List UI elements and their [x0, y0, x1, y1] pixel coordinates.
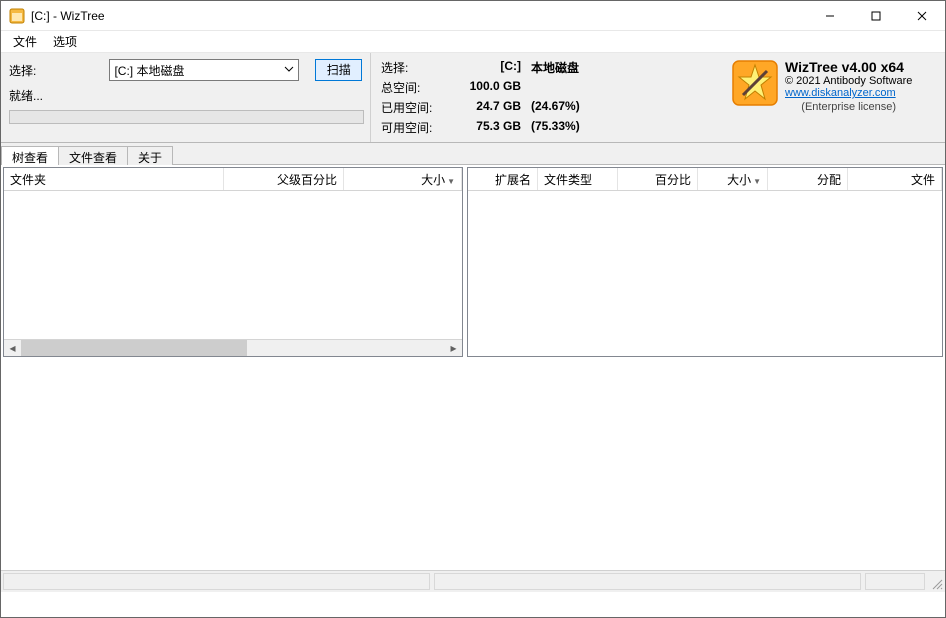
scan-button[interactable]: 扫描 — [315, 59, 362, 81]
brand-copyright: © 2021 Antibody Software — [785, 75, 912, 87]
tree-pane: 文件夹 父级百分比 大小▼ ◂ ▸ — [3, 167, 463, 357]
drive-combo-value: [C:] 本地磁盘 — [114, 62, 184, 79]
wiztree-logo-icon — [731, 59, 779, 107]
tree-hscroll[interactable]: ◂ ▸ — [4, 339, 462, 356]
info-panel: 选择: [C:] 本地磁盘 总空间: 100.0 GB 已用空间: 24.7 G… — [371, 53, 725, 142]
info-free-value: 75.3 GB — [441, 119, 521, 136]
statusbar — [1, 570, 945, 592]
status-segment-2 — [434, 573, 861, 590]
treemap-area — [1, 359, 945, 570]
scroll-right-icon[interactable]: ▸ — [445, 340, 462, 356]
progress-bar — [9, 110, 364, 124]
info-used-value: 24.7 GB — [441, 99, 521, 116]
col-alloc[interactable]: 分配 — [768, 168, 848, 190]
info-free-label: 可用空间: — [381, 119, 441, 136]
brand-license: (Enterprise license) — [785, 101, 912, 113]
scan-panel: 选择: [C:] 本地磁盘 扫描 就绪... — [1, 53, 371, 142]
toolbar-area: 选择: [C:] 本地磁盘 扫描 就绪... 选择: [C:] 本地磁盘 总空间… — [1, 53, 945, 143]
scroll-left-icon[interactable]: ◂ — [4, 340, 21, 356]
tab-file-view[interactable]: 文件查看 — [58, 146, 128, 165]
col-type[interactable]: 文件类型 — [538, 168, 618, 190]
status-segment-1 — [3, 573, 430, 590]
ext-body[interactable] — [468, 191, 942, 356]
titlebar: [C:] - WizTree — [1, 1, 945, 31]
info-drive-code: [C:] — [441, 59, 521, 76]
info-used-pct: (24.67%) — [531, 99, 601, 116]
scroll-thumb[interactable] — [21, 340, 247, 356]
sort-desc-icon: ▼ — [447, 177, 455, 186]
info-total-value: 100.0 GB — [441, 79, 521, 96]
sort-desc-icon: ▼ — [753, 177, 761, 186]
drive-combo[interactable]: [C:] 本地磁盘 — [109, 59, 299, 81]
info-used-label: 已用空间: — [381, 99, 441, 116]
resize-grip-icon[interactable] — [927, 571, 945, 592]
col-folder[interactable]: 文件夹 — [4, 168, 224, 190]
ext-pane: 扩展名 文件类型 百分比 大小▼ 分配 文件 — [467, 167, 943, 357]
info-total-label: 总空间: — [381, 79, 441, 96]
window-title: [C:] - WizTree — [31, 9, 807, 23]
tree-column-header: 文件夹 父级百分比 大小▼ — [4, 168, 462, 191]
tree-body[interactable] — [4, 191, 462, 339]
info-drive-name: 本地磁盘 — [531, 59, 579, 76]
info-select-label: 选择: — [381, 59, 441, 76]
info-free-pct: (75.33%) — [531, 119, 601, 136]
chevron-down-icon — [284, 63, 294, 77]
select-label: 选择: — [9, 62, 41, 79]
menu-options[interactable]: 选项 — [45, 31, 85, 52]
maximize-button[interactable] — [853, 1, 899, 31]
minimize-button[interactable] — [807, 1, 853, 31]
status-segment-3 — [865, 573, 925, 590]
close-button[interactable] — [899, 1, 945, 31]
tabs: 树查看 文件查看 关于 — [1, 143, 945, 165]
app-icon — [9, 8, 25, 24]
tab-about[interactable]: 关于 — [127, 146, 173, 165]
brand-panel: WizTree v4.00 x64 © 2021 Antibody Softwa… — [725, 53, 945, 142]
menu-file[interactable]: 文件 — [5, 31, 45, 52]
col-pct[interactable]: 百分比 — [618, 168, 698, 190]
ready-label: 就绪... — [9, 87, 44, 104]
brand-title: WizTree v4.00 x64 — [785, 59, 912, 75]
col-size-r[interactable]: 大小▼ — [698, 168, 768, 190]
col-ext[interactable]: 扩展名 — [468, 168, 538, 190]
content-area: 文件夹 父级百分比 大小▼ ◂ ▸ 扩展名 文件类型 百分比 大小▼ 分配 文件 — [1, 165, 945, 359]
col-size[interactable]: 大小▼ — [344, 168, 462, 190]
tab-tree-view[interactable]: 树查看 — [1, 146, 59, 165]
ext-column-header: 扩展名 文件类型 百分比 大小▼ 分配 文件 — [468, 168, 942, 191]
brand-url[interactable]: www.diskanalyzer.com — [785, 87, 912, 99]
menubar: 文件 选项 — [1, 31, 945, 53]
col-parent-pct[interactable]: 父级百分比 — [224, 168, 344, 190]
col-files[interactable]: 文件 — [848, 168, 942, 190]
